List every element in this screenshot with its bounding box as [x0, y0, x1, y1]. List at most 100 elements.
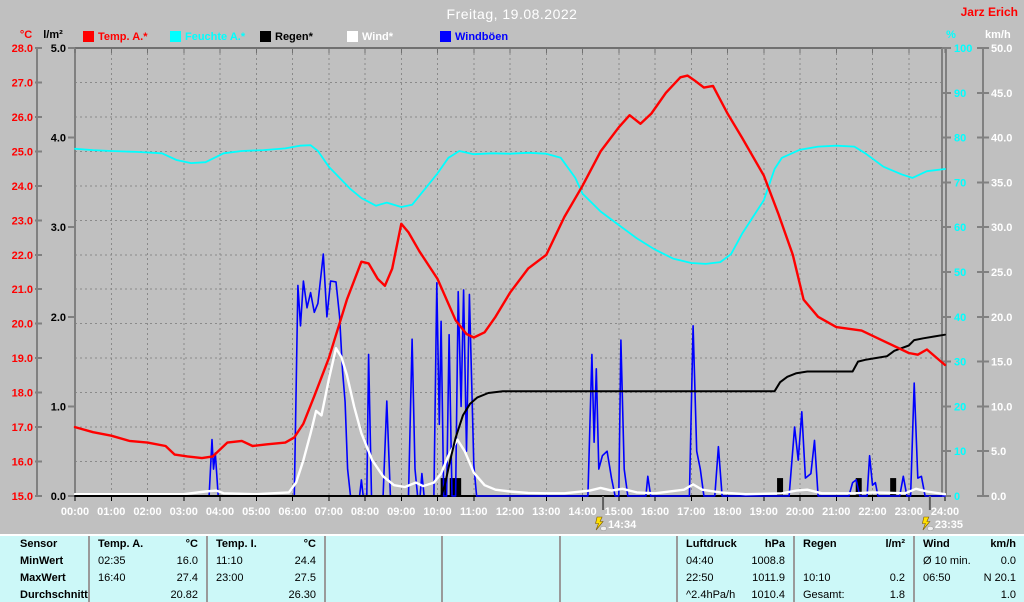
table-row-label: Durchschnitt: [20, 589, 88, 601]
legend-label: Temp. A.*: [98, 30, 148, 43]
svg-text:05:00: 05:00: [242, 506, 270, 518]
temp-axis: 15.0 16.0 17.0 18.0 19.0 20.0 21.0 22.0 23.0 24.0…: [12, 29, 42, 503]
svg-text:16.0: 16.0: [12, 457, 33, 469]
cell-value: [569, 553, 668, 570]
svg-text:07:00: 07:00: [315, 506, 343, 518]
svg-text:27.0: 27.0: [12, 77, 33, 89]
cell-value: [334, 553, 433, 570]
svg-text:50: 50: [954, 267, 966, 279]
svg-text:100: 100: [954, 43, 972, 55]
svg-text:0: 0: [954, 491, 960, 503]
svg-text:12:00: 12:00: [496, 506, 524, 518]
station-name: Jarz Erich: [960, 5, 1018, 19]
svg-text:00:00: 00:00: [61, 506, 89, 518]
table-row-label: Sensor: [20, 538, 58, 550]
svg-text:30: 30: [954, 357, 966, 369]
legend-item-gusts: Windböen: [440, 30, 508, 43]
sensor-name: Luftdruck: [686, 538, 737, 550]
svg-text:23:35: 23:35: [935, 519, 963, 531]
table-column-temp-a-: Temp. A. °C 02:35 16.0 16:40 27.4 20.82: [88, 536, 206, 602]
svg-text:45.0: 45.0: [991, 88, 1012, 100]
sensor-unit: °C: [303, 538, 316, 550]
legend-label: Feuchte A.*: [185, 30, 246, 43]
sensor-unit: °C: [185, 538, 198, 550]
svg-text:30.0: 30.0: [991, 222, 1012, 234]
table-column-luftdruck: Luftdruck hPa 04:40 1008.8 22:50 1011.9 ^2.4hP…: [676, 536, 793, 602]
sensor-unit: [451, 536, 551, 553]
series-temp-a-: [73, 74, 947, 460]
table-column-empty-4: [559, 536, 676, 602]
svg-text:%: %: [946, 29, 956, 41]
cell-value: 20.82: [170, 589, 198, 601]
cell-time: 16:40: [98, 572, 126, 584]
table-column-empty-3: [441, 536, 559, 602]
cell-value: 27.5: [294, 572, 316, 584]
svg-text:13:00: 13:00: [532, 506, 560, 518]
svg-text:11:00: 11:00: [460, 506, 488, 518]
svg-text:24.0: 24.0: [12, 181, 33, 193]
summary-table: Sensor MinWert MaxWert Durchschnitt Temp. A.…: [0, 534, 1024, 602]
sensor-unit: km/h: [990, 538, 1016, 550]
svg-text:21.0: 21.0: [12, 284, 33, 296]
svg-text:15.0: 15.0: [12, 491, 33, 503]
svg-text:21:00: 21:00: [822, 506, 850, 518]
cell-value: 1011.9: [752, 572, 785, 584]
svg-text:06:00: 06:00: [278, 506, 306, 518]
table-column-temp-i-: Temp. I. °C 11:10 24.4 23:00 27.5 26.30: [206, 536, 324, 602]
svg-text:01:00: 01:00: [97, 506, 125, 518]
svg-text:40.0: 40.0: [991, 133, 1012, 145]
cell-value: 27.4: [176, 572, 198, 584]
wind-axis: 0.0 5.0 10.0 15.0 20.0 25.0 30.0 35.0 40.0 45.0 50…: [977, 29, 1012, 503]
cell-time: 06:50: [923, 572, 951, 584]
legend-label: Wind*: [362, 30, 394, 43]
svg-text:5.0: 5.0: [51, 43, 66, 55]
svg-text:2.0: 2.0: [51, 312, 66, 324]
sensor-name: Regen: [803, 538, 837, 550]
cell-value: 16.0: [176, 555, 198, 567]
table-column-regen: Regen l/m² 10:10 0.2 Gesamt: 1.8: [793, 536, 913, 602]
svg-text:19.0: 19.0: [12, 353, 33, 365]
svg-text:22.0: 22.0: [12, 250, 33, 262]
table-column-wind: Wind km/h Ø 10 min. 0.0 06:50 N 20.1 1.0: [913, 536, 1024, 602]
svg-text:0.0: 0.0: [991, 491, 1006, 503]
cell-value: [569, 587, 668, 602]
svg-text:18:00: 18:00: [713, 506, 741, 518]
weather-app-window: { "window": { "title": "Freitag, 19.08.2…: [0, 0, 1024, 602]
sensor-name: Temp. A.: [98, 538, 144, 550]
cell-time: Ø 10 min.: [923, 555, 971, 567]
cloud-dot-icon: [600, 526, 607, 531]
svg-text:15:00: 15:00: [605, 506, 633, 518]
cell-value: 1.8: [889, 589, 905, 601]
cell-time: 02:35: [98, 555, 126, 567]
svg-text:20.0: 20.0: [12, 319, 33, 331]
gusts-swatch-icon: [440, 31, 451, 42]
svg-text:4.0: 4.0: [51, 133, 66, 145]
cell-time: 22:50: [686, 572, 714, 584]
svg-text:90: 90: [954, 88, 966, 100]
legend-item-humidity: Feuchte A.*: [170, 30, 245, 43]
table-row-label: MinWert: [20, 555, 64, 567]
grid-lines: [75, 48, 945, 496]
svg-text:l/m²: l/m²: [43, 29, 63, 41]
legend-item-wind: Wind*: [347, 30, 393, 43]
svg-text:15.0: 15.0: [991, 357, 1012, 369]
wind-swatch-icon: [347, 31, 358, 42]
cell-value: [334, 587, 433, 602]
svg-text:08:00: 08:00: [351, 506, 379, 518]
svg-text:5.0: 5.0: [991, 446, 1006, 458]
sensor-unit: [334, 536, 433, 553]
cell-time: 23:00: [216, 572, 244, 584]
table-row-label: MaxWert: [20, 572, 66, 584]
cell-value: [451, 553, 551, 570]
cell-value: 1010.4: [751, 589, 785, 601]
svg-text:10.0: 10.0: [991, 401, 1012, 413]
svg-text:10:00: 10:00: [423, 506, 451, 518]
cell-value: [451, 587, 551, 602]
svg-text:40: 40: [954, 312, 966, 324]
legend-item-temp: Temp. A.*: [83, 30, 148, 43]
svg-text:20: 20: [954, 401, 966, 413]
cell-time: ^2.4hPa/h: [686, 589, 736, 601]
cell-value: 1.0: [1000, 589, 1016, 601]
humidity-swatch-icon: [170, 31, 181, 42]
weather-chart: 15.0 16.0 17.0 18.0 19.0 20.0 21.0 22.0 23.0 24.0…: [12, 29, 1013, 531]
